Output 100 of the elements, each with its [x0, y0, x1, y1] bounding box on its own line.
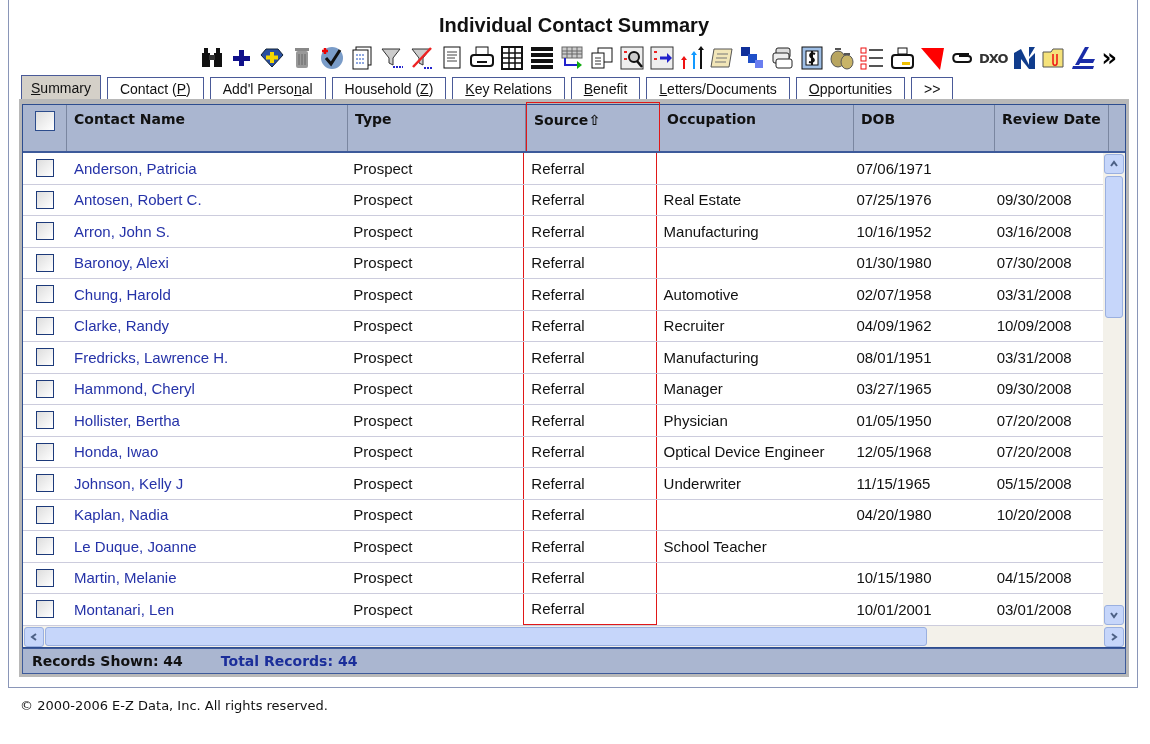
stripes-icon[interactable]	[1071, 45, 1098, 71]
row-checkbox[interactable]	[36, 537, 54, 556]
contact-name-link[interactable]: Antosen, Robert C.	[74, 191, 202, 209]
toolbar-text-button[interactable]: DXO	[979, 50, 1008, 66]
contact-name-link[interactable]: Johnson, Kelly J	[74, 474, 184, 492]
copyright-text: © 2000-2006 E-Z Data, Inc. All rights reserved.	[19, 697, 329, 713]
row-checkbox[interactable]	[36, 474, 54, 493]
table-cell: 12/05/1968	[856, 443, 932, 461]
table-cell: 03/31/2008	[996, 285, 1072, 303]
table-cell: Prospect	[353, 506, 413, 524]
contact-name-link[interactable]: Baronoy, Alexi	[74, 254, 169, 272]
table-cell: 03/31/2008	[996, 348, 1072, 366]
records-shown: Records Shown: 44	[32, 653, 183, 669]
table-cell: Prospect	[353, 443, 413, 461]
scroll-thumb[interactable]	[1105, 176, 1123, 318]
table-cell: School Teacher	[663, 537, 767, 555]
register-icon[interactable]	[889, 45, 916, 71]
contact-name-link[interactable]: Montanari, Len	[74, 600, 175, 618]
row-checkbox[interactable]	[36, 442, 54, 461]
row-checkbox[interactable]	[36, 159, 54, 178]
contact-name-link[interactable]: Fredricks, Lawrence H.	[74, 348, 229, 366]
checkmark-icon[interactable]	[319, 45, 346, 71]
table-cell: Prospect	[353, 191, 413, 209]
lines-icon[interactable]	[529, 45, 556, 71]
row-checkbox[interactable]	[36, 253, 54, 272]
tab[interactable]: Contact (P)	[106, 77, 204, 99]
tab[interactable]: >>	[911, 77, 954, 99]
scroll-thumb[interactable]	[45, 627, 927, 646]
contact-name-link[interactable]: Arron, John S.	[74, 222, 170, 240]
table-cell: 07/06/1971	[856, 159, 932, 177]
column-header[interactable]: Source⇧	[526, 102, 660, 151]
row-checkbox[interactable]	[36, 348, 54, 367]
horizontal-scrollbar[interactable]	[23, 626, 1125, 647]
row-checkbox[interactable]	[36, 600, 54, 619]
contact-name-link[interactable]: Chung, Harold	[74, 285, 171, 303]
row-checkbox[interactable]	[36, 505, 54, 524]
contact-name-link[interactable]: Clarke, Randy	[74, 317, 170, 335]
table-cell: 04/09/1962	[856, 317, 932, 335]
select-all-checkbox[interactable]	[34, 111, 55, 131]
table-cell: 03/27/1965	[856, 380, 932, 398]
vertical-scrollbar[interactable]	[1103, 153, 1125, 626]
grid-icon[interactable]	[499, 45, 526, 71]
contact-name-link[interactable]: Martin, Melanie	[74, 569, 177, 587]
row-checkbox[interactable]	[36, 568, 54, 587]
table-cell: Prospect	[353, 285, 413, 303]
table-cell: 03/16/2008	[996, 222, 1072, 240]
row-checkbox[interactable]	[36, 190, 54, 209]
grid-arrow-icon[interactable]	[559, 45, 586, 71]
row-checkbox[interactable]	[36, 222, 54, 241]
column-header[interactable]: DOB	[854, 105, 995, 151]
contact-name-link[interactable]: Honda, Iwao	[74, 443, 159, 461]
dollar-document-icon[interactable]	[799, 45, 826, 71]
documents-icon[interactable]	[589, 45, 616, 71]
triangle-icon[interactable]	[919, 45, 946, 71]
table-cell: 04/15/2008	[996, 569, 1072, 587]
row-checkbox[interactable]	[36, 379, 54, 398]
magnifier-list-icon[interactable]	[619, 45, 646, 71]
table-cell: 10/09/2008	[996, 317, 1072, 335]
tab[interactable]: Benefit	[570, 77, 641, 99]
tab[interactable]: Add'l Personal	[209, 77, 326, 99]
checklist-icon[interactable]	[859, 45, 886, 71]
column-header[interactable]: Type	[348, 105, 526, 151]
contact-name-link[interactable]: Le Duque, Joanne	[74, 537, 197, 555]
column-header[interactable]: Contact Name	[67, 105, 348, 151]
row-checkbox[interactable]	[36, 411, 54, 430]
contact-name-link[interactable]: Hammond, Cheryl	[74, 380, 195, 398]
tab[interactable]: Key Relations	[452, 77, 565, 99]
money-bags-icon[interactable]	[829, 45, 856, 71]
table-cell: 10/16/1952	[856, 222, 932, 240]
more-button[interactable]: »	[1101, 47, 1117, 69]
tab[interactable]: Letters/Documents	[646, 77, 790, 99]
logo-icon[interactable]	[1011, 45, 1038, 71]
table-cell: 09/30/2008	[996, 191, 1072, 209]
table-cell: Manufacturing	[663, 222, 759, 240]
window-title: Individual Contact Summary	[437, 14, 711, 38]
table-cell: Referral	[531, 191, 585, 209]
blocks-icon[interactable]	[739, 45, 766, 71]
table-cell: 03/01/2008	[996, 600, 1072, 618]
contact-name-link[interactable]: Kaplan, Nadia	[74, 506, 169, 524]
contact-name-link[interactable]: Anderson, Patricia	[74, 159, 197, 177]
arrows-up-icon[interactable]	[679, 45, 706, 71]
stack-icon[interactable]	[769, 45, 796, 71]
table-cell: Prospect	[353, 159, 413, 177]
table-cell: Referral	[531, 411, 585, 429]
tab[interactable]: Opportunities	[795, 77, 906, 99]
table-cell: Prospect	[353, 569, 413, 587]
table-cell: 07/20/2008	[996, 443, 1072, 461]
table-cell: Real Estate	[663, 191, 742, 209]
contact-name-link[interactable]: Hollister, Bertha	[74, 411, 180, 429]
table-cell: Referral	[531, 600, 585, 618]
row-checkbox[interactable]	[36, 285, 54, 304]
column-header[interactable]: Review Date	[995, 105, 1109, 151]
row-checkbox[interactable]	[36, 316, 54, 335]
table-cell: Recruiter	[663, 317, 725, 335]
tab[interactable]: Household (Z)	[331, 77, 447, 99]
tab[interactable]: Summary	[21, 75, 101, 99]
scroll-icon[interactable]	[709, 45, 736, 71]
filter-icon[interactable]	[379, 45, 406, 71]
column-header[interactable]: Occupation	[660, 105, 854, 151]
table-cell: Physician	[663, 411, 728, 429]
